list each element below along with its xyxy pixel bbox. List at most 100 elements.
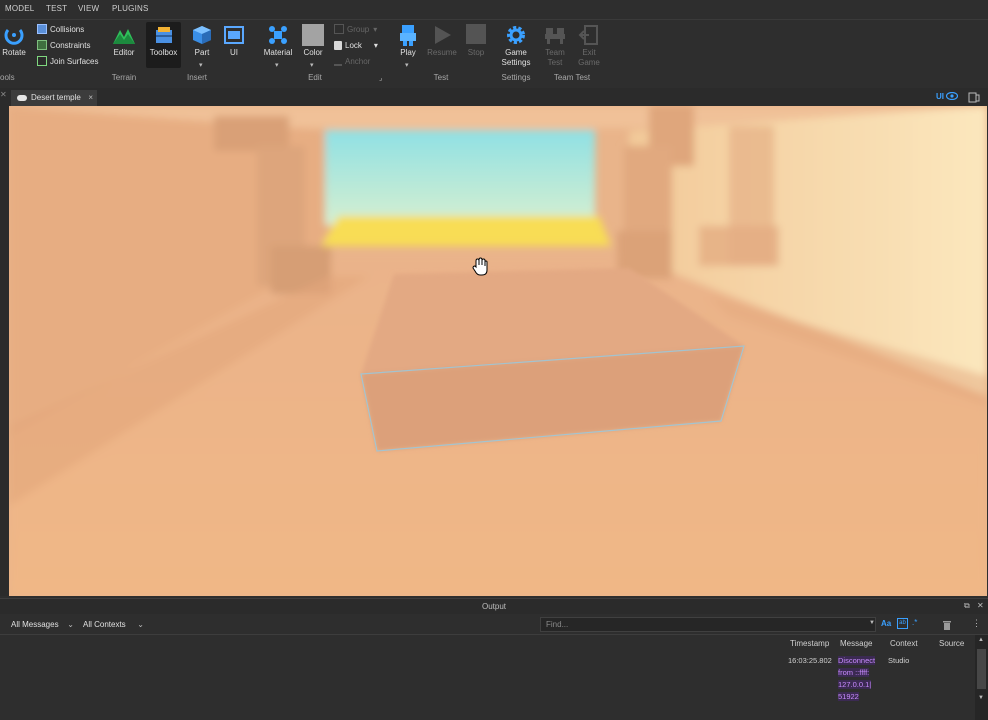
close-tab-icon[interactable]: × — [88, 90, 93, 106]
close-output-icon[interactable]: ✕ — [977, 601, 984, 610]
tab-test[interactable]: TEST — [46, 4, 67, 13]
material-chevron-down-icon[interactable]: ▾ — [275, 61, 279, 69]
output-scrollbar[interactable]: ▲ ▼ — [975, 635, 988, 720]
rotate-icon — [4, 29, 24, 45]
group-chevron-down-icon: ▾ — [373, 25, 378, 34]
panel-collapse-icon[interactable]: ✕ — [0, 90, 7, 99]
output-search-input[interactable] — [540, 617, 876, 632]
material-button[interactable]: Material — [262, 24, 294, 58]
color-button[interactable]: Color — [299, 24, 327, 58]
terrain-editor-button[interactable]: Editor — [108, 24, 140, 58]
anchor-button[interactable]: Anchor — [334, 55, 370, 69]
group-label: Group — [347, 25, 370, 34]
chevron-down-icon: ⌄ — [137, 620, 144, 629]
lock-icon — [334, 41, 342, 50]
output-panel-header: Output ⧉ ✕ — [0, 598, 988, 614]
material-icon — [269, 26, 287, 44]
tools-group-label: ools — [0, 73, 15, 82]
color-chevron-down-icon[interactable]: ▾ — [310, 61, 314, 69]
resume-label: Resume — [427, 48, 457, 57]
exit-game-label-2: Game — [578, 58, 600, 67]
game-settings-button[interactable]: Game Settings — [498, 24, 534, 68]
find-chevron-down-icon[interactable]: ▼ — [869, 620, 875, 626]
team-test-group-label: Team Test — [553, 73, 591, 82]
part-label: Part — [194, 48, 210, 57]
more-options-icon[interactable]: ⋮ — [972, 618, 981, 629]
log-message-line: Disconnect — [838, 656, 876, 665]
cloud-icon — [17, 95, 27, 101]
output-log: Timestamp Message Context Source 16:03:2… — [0, 635, 988, 720]
column-header-message[interactable]: Message — [840, 639, 872, 648]
team-test-button[interactable]: Team Test — [540, 24, 570, 68]
constraints-toggle[interactable]: Constraints — [37, 39, 90, 53]
tab-desert-temple[interactable]: Desert temple × — [11, 90, 97, 106]
message-filter-value: All Messages — [11, 620, 59, 629]
insert-group-label: Insert — [186, 73, 207, 82]
constraints-icon — [37, 40, 47, 50]
eye-icon — [946, 91, 959, 101]
log-message: Disconnect from ::ffff: 127.0.0.1| 51922 — [838, 655, 880, 703]
message-filter-dropdown[interactable]: All Messages ⌄ — [8, 618, 76, 632]
resume-icon — [435, 26, 451, 44]
output-toolbar: All Messages ⌄ All Contexts ⌄ ▼ Aa ab .*… — [0, 614, 988, 635]
part-chevron-down-icon[interactable]: ▾ — [199, 61, 203, 69]
exit-game-button[interactable]: Exit Game — [574, 24, 604, 68]
constraints-label: Constraints — [50, 41, 91, 50]
ui-button[interactable]: UI — [221, 24, 247, 58]
scroll-up-icon[interactable]: ▲ — [978, 637, 984, 643]
ribbon-tab-bar: MODEL TEST VIEW PLUGINS — [0, 0, 988, 20]
material-label: Material — [263, 48, 293, 57]
scroll-down-icon[interactable]: ▼ — [978, 695, 984, 701]
output-title: Output — [481, 602, 506, 611]
tab-plugins[interactable]: PLUGINS — [112, 4, 149, 13]
stop-button[interactable]: Stop — [462, 24, 490, 58]
play-chevron-down-icon[interactable]: ▾ — [405, 61, 409, 69]
terrain-group-label: Terrain — [111, 73, 137, 82]
editor-label: Editor — [113, 48, 135, 57]
log-context: Studio — [888, 656, 910, 665]
team-icon — [545, 28, 565, 44]
test-group-label: Test — [433, 73, 449, 82]
gear-icon — [507, 26, 525, 44]
undock-icon[interactable]: ⧉ — [964, 601, 970, 611]
collisions-icon — [37, 24, 47, 34]
log-message-line: 127.0.0.1| — [838, 680, 872, 689]
3d-viewport[interactable] — [9, 106, 987, 596]
team-test-label-1: Team — [545, 48, 565, 57]
column-header-source[interactable]: Source — [939, 639, 964, 648]
toolbox-button[interactable]: Toolbox — [146, 24, 181, 58]
log-message-line: from ::ffff: — [838, 668, 870, 677]
stop-label: Stop — [467, 48, 485, 57]
column-header-timestamp[interactable]: Timestamp — [790, 639, 829, 648]
group-icon — [334, 24, 344, 34]
group-button[interactable]: Group ▾ — [334, 23, 377, 37]
ui-toggle-label: UI — [936, 92, 944, 101]
match-case-toggle[interactable]: Aa — [881, 619, 891, 628]
play-button[interactable]: Play — [394, 24, 422, 58]
match-word-icon[interactable]: ab — [897, 618, 908, 629]
ui-visibility-toggle[interactable]: UI — [936, 91, 959, 101]
scrollbar-thumb[interactable] — [977, 649, 986, 689]
resume-button[interactable]: Resume — [426, 24, 458, 58]
part-button[interactable]: Part — [188, 24, 216, 58]
ui-label: UI — [230, 48, 238, 57]
toolbox-icon — [155, 27, 172, 43]
join-surfaces-label: Join Surfaces — [50, 57, 99, 66]
context-filter-dropdown[interactable]: All Contexts ⌄ — [80, 618, 146, 632]
tab-model[interactable]: MODEL — [5, 4, 34, 13]
play-label: Play — [400, 48, 416, 57]
collisions-toggle[interactable]: Collisions — [37, 23, 84, 37]
color-label: Color — [303, 48, 323, 57]
log-message-line: 51922 — [838, 692, 859, 701]
device-emulator-icon[interactable] — [968, 92, 980, 103]
edit-expand-icon[interactable]: ⌟ — [379, 74, 382, 82]
tab-view[interactable]: VIEW — [78, 4, 99, 13]
column-header-context[interactable]: Context — [890, 639, 918, 648]
context-filter-value: All Contexts — [83, 620, 126, 629]
left-panel-edge — [0, 106, 9, 596]
join-surfaces-toggle[interactable]: Join Surfaces — [37, 55, 98, 69]
lock-button[interactable]: Lock ▾ — [334, 39, 378, 53]
trash-icon[interactable] — [942, 619, 952, 630]
rotate-button[interactable]: Rotate — [0, 24, 28, 58]
regex-icon[interactable]: .* — [912, 618, 917, 627]
